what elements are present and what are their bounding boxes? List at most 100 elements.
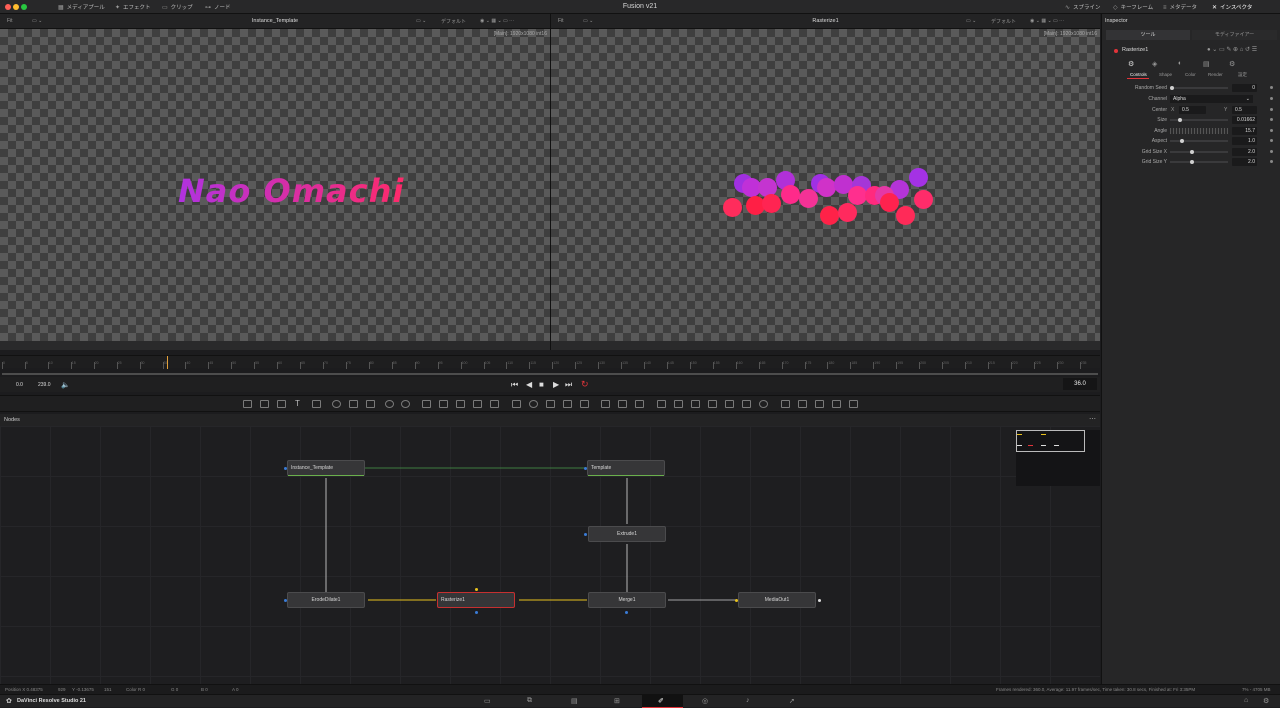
render-start-field[interactable]: 0.0 [16,382,23,388]
node-editor[interactable]: Instance_Template Template Extrude1 Erod… [0,426,1100,684]
pemitter-icon[interactable] [635,400,644,408]
merge-3d-icon[interactable] [691,400,700,408]
metadata-button[interactable]: ≡ メタデータ [1163,3,1197,11]
right-roi-icon[interactable]: ▭ ⌄ [966,18,976,24]
fairlight-page-icon[interactable]: ♪ [746,697,750,704]
grid-size-y-slider[interactable] [1170,160,1228,164]
go-to-end-icon[interactable]: ⏭ [565,380,572,390]
left-roi-icon[interactable]: ▭ ⌄ [416,18,426,24]
transform-tool-icon[interactable] [439,400,448,408]
shape-render-icon[interactable] [798,400,807,408]
text-3d-icon[interactable] [674,400,683,408]
text-tool-icon[interactable]: T [295,399,300,408]
slider-knob[interactable] [1190,150,1194,154]
center-y-value[interactable]: 0.5 [1232,106,1257,114]
node-input-port[interactable] [475,588,478,591]
subtab-render[interactable]: Render [1208,72,1223,77]
node-mask-port[interactable] [475,611,478,614]
shape-grid-icon[interactable] [832,400,841,408]
shape-rectangle-icon[interactable] [781,400,790,408]
image-plane-3d-icon[interactable] [725,400,734,408]
right-viewer-tools-icon[interactable]: ◉ ⌄ ▦ ⌄ ▭ ⋯ [1030,18,1064,24]
color-page-icon[interactable]: ◎ [702,697,708,705]
scrub-bar[interactable] [2,373,1098,375]
camera-3d-icon[interactable] [708,400,717,408]
home-icon[interactable]: ⌂ [1244,697,1248,704]
color-tab-icon[interactable]: ◐ [1178,60,1182,67]
spotlight-icon[interactable] [742,400,751,408]
grid-size-y-value[interactable]: 2.0 [1232,158,1257,166]
renderer-3d-icon[interactable] [759,400,768,408]
inspector-button[interactable]: ✕ インスペクタ [1212,3,1252,11]
media-page-icon[interactable]: ▭ [484,697,491,705]
polygon-mask-icon[interactable] [546,400,555,408]
audio-icon[interactable]: 🔈 [61,381,70,389]
node-minimap[interactable] [1016,430,1100,486]
grid-size-x-value[interactable]: 2.0 [1232,148,1257,156]
letterbox-tool-icon[interactable] [490,400,499,408]
play-reverse-icon[interactable]: ◀ [526,380,532,389]
playhead[interactable] [167,356,169,369]
shape-duplicate-icon[interactable] [849,400,858,408]
settings-gear-icon[interactable]: ⚙ [1263,697,1269,705]
minimap-viewport[interactable] [1016,430,1085,452]
node-erodedilate1[interactable]: ErodeDilate1 [287,592,365,608]
bspline-mask-icon[interactable] [563,400,572,408]
node-input-port[interactable] [584,467,587,470]
tab-tools[interactable]: ツール [1106,30,1190,40]
keyframe-icon[interactable] [1270,86,1273,89]
angle-thumbwheel[interactable] [1170,128,1228,134]
subtab-controls[interactable]: Controls [1130,72,1147,77]
rectangle-mask-icon[interactable] [512,400,521,408]
left-viewer-tools-icon[interactable]: ◉ ⌄ ▦ ⌄ ▭ ⋯ [480,18,514,24]
controls-tab-icon[interactable]: ⚙ [1128,60,1134,68]
current-frame-field[interactable]: 36.0 [1063,378,1097,390]
play-icon[interactable]: ▶ [553,380,559,389]
crop-tool-icon[interactable] [456,400,465,408]
slider-knob[interactable] [1170,86,1174,90]
left-viewer-mode[interactable]: デフォルト [441,18,466,25]
keyframe-icon[interactable] [1270,139,1273,142]
shape-3d-icon[interactable] [657,400,666,408]
keyframe-icon[interactable] [1270,118,1273,121]
settings-tab-icon[interactable]: ⚙ [1229,60,1235,68]
deliver-page-icon[interactable]: ➚ [789,697,795,705]
spline-button[interactable]: ∿ スプライン [1065,3,1101,11]
keyframe-icon[interactable] [1270,160,1273,163]
stop-icon[interactable]: ■ [539,380,544,389]
matte-tool-icon[interactable] [385,400,394,408]
multicam-page-icon[interactable]: ⊞ [614,697,620,705]
random-seed-slider[interactable] [1170,86,1228,90]
random-seed-value[interactable]: 0 [1232,84,1257,92]
render-tab-icon[interactable]: ▤ [1203,60,1210,68]
tab-modifiers[interactable]: モディファイアー [1192,30,1277,40]
fusion-page-tab[interactable]: ✐ [642,695,683,708]
channel-select[interactable]: Alpha ⌄ [1170,95,1253,103]
resize-tool-icon[interactable] [473,400,482,408]
right-viewer[interactable]: [Main]: 1920x1080 int16 [551,29,1100,350]
background-tool-icon[interactable] [243,400,252,408]
luma-keyer-tool-icon[interactable] [401,400,410,408]
particle-render-icon[interactable] [618,400,627,408]
size-value[interactable]: 0.01662 [1232,116,1257,124]
node-output-port[interactable] [818,599,821,602]
shape-boolean-icon[interactable] [815,400,824,408]
paint-tool-icon[interactable] [277,400,286,408]
left-viewer[interactable]: [Main]: 1920x1080 int16 Nao Omachi [0,29,550,350]
slider-knob[interactable] [1190,160,1194,164]
ellipse-mask-icon[interactable] [529,400,538,408]
right-viewer-mode[interactable]: デフォルト [991,18,1016,25]
node-mediaout1[interactable]: MediaOut1 [738,592,816,608]
node-merge1[interactable]: Merge1 [588,592,666,608]
particle-emitter-icon[interactable] [601,400,610,408]
aspect-value[interactable]: 1.0 [1232,137,1257,145]
merge-tool-icon[interactable] [422,400,431,408]
edit-page-icon[interactable]: ▤ [571,697,578,705]
slider-knob[interactable] [1180,139,1184,143]
keyframe-icon[interactable] [1270,97,1273,100]
keyframe-icon[interactable] [1270,108,1273,111]
cut-page-icon[interactable]: ⧉ [527,697,532,705]
keyframes-button[interactable]: ◇ キーフレーム [1113,3,1153,11]
node-mask-port[interactable] [625,611,628,614]
node-rasterize1[interactable]: Rasterize1 [437,592,515,608]
